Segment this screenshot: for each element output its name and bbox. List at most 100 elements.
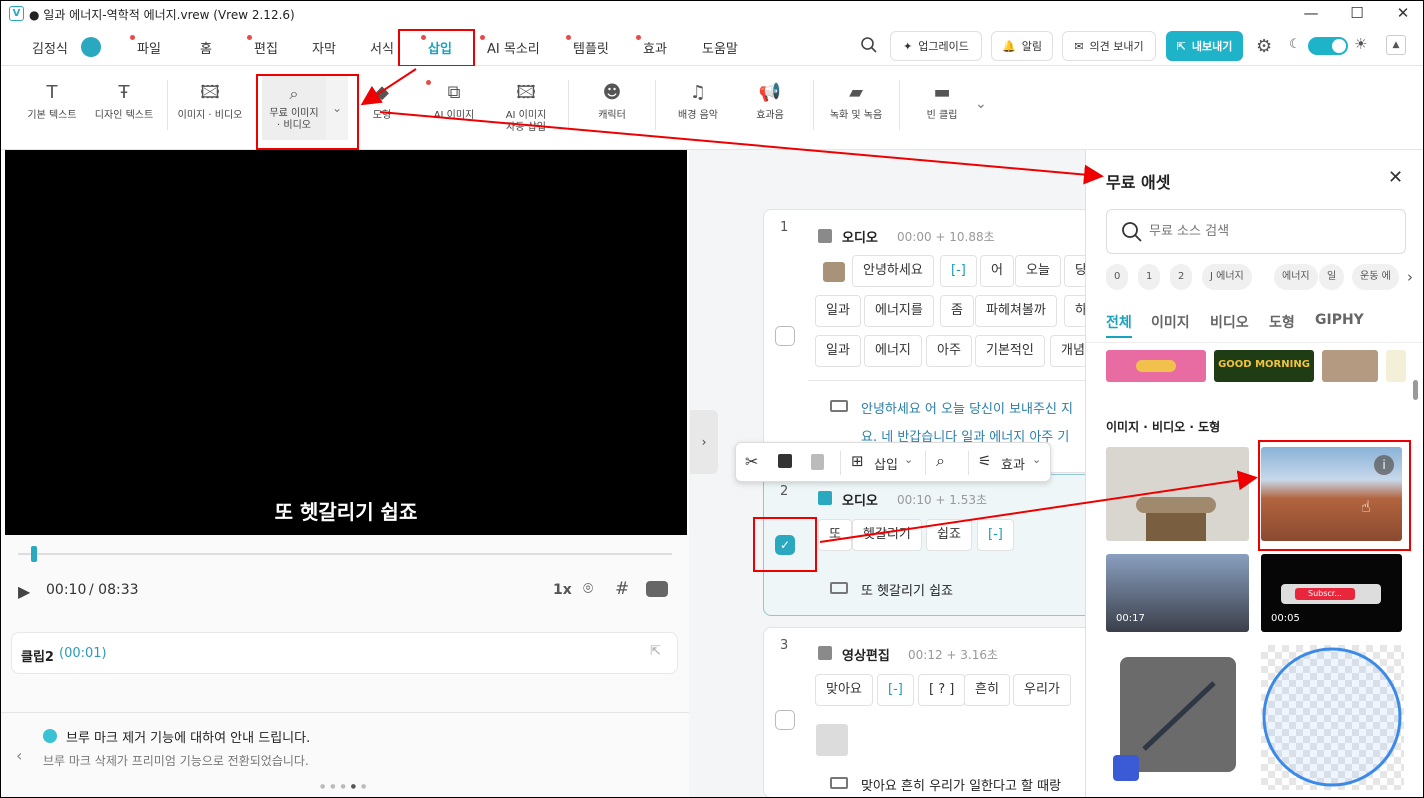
grid-icon[interactable]: # (615, 579, 629, 599)
menu-file[interactable]: 파일 (130, 35, 161, 57)
search-icon[interactable] (860, 36, 878, 54)
word-chip[interactable]: 에너지 (864, 335, 922, 367)
insert-button[interactable]: 삽입 (874, 454, 898, 473)
word-chip[interactable]: [-] (940, 255, 977, 287)
word-chip[interactable]: [ ? ] (918, 674, 966, 706)
clip-checkbox[interactable] (775, 710, 795, 730)
more-chevron-icon[interactable]: ⌄ (975, 96, 987, 112)
menu-effect[interactable]: 효과 (636, 35, 667, 57)
tag-chip[interactable]: 1 (1138, 264, 1161, 290)
timeline-knob[interactable] (31, 546, 37, 562)
image-video-button[interactable]: 🖾 이미지 · 비디오 (170, 82, 250, 122)
upgrade-button[interactable]: ✦ 업그레이드 (890, 31, 982, 61)
tag-chip[interactable]: 운동 에 (1352, 264, 1399, 290)
design-text-button[interactable]: Ŧ 디자인 텍스트 (84, 82, 164, 122)
asset-thumbnail[interactable] (1106, 350, 1206, 382)
close-window-icon[interactable]: ✕ (1383, 3, 1423, 25)
alarm-button[interactable]: 🔔 알림 (991, 31, 1053, 61)
chevron-left-icon[interactable]: ‹ (16, 746, 22, 765)
subtitle-text[interactable]: 안녕하세요 어 오늘 당신이 보내주신 지 (861, 398, 1073, 417)
filter-tab-giphy[interactable]: GIPHY (1315, 312, 1364, 328)
image-search-icon[interactable]: ⌕ (936, 451, 945, 471)
menu-template[interactable]: 템플릿 (566, 35, 609, 57)
menu-home[interactable]: 홈 (200, 38, 212, 57)
screenshot-icon[interactable]: ⌾ (583, 579, 593, 599)
asset-shape-line[interactable] (1120, 657, 1236, 772)
filter-tab-video[interactable]: 비디오 (1210, 312, 1249, 332)
scrollbar-thumb[interactable] (1413, 380, 1418, 400)
asset-thumbnail[interactable]: GOOD MORNING (1214, 350, 1314, 382)
feedback-button[interactable]: ✉ 의견 보내기 (1062, 31, 1156, 61)
tag-chip[interactable]: 일 (1319, 264, 1345, 290)
asset-shape-circle[interactable] (1261, 645, 1404, 790)
word-chip[interactable]: 일과 (815, 335, 861, 367)
play-icon[interactable]: ▶ (18, 582, 30, 601)
word-chip[interactable]: 파헤쳐볼까 (975, 295, 1057, 327)
tag-chip[interactable]: 에너지 (1274, 264, 1318, 290)
export-button[interactable]: ⇱ 내보내기 (1166, 31, 1243, 61)
word-chip[interactable]: [-] (977, 519, 1014, 551)
filter-tab-all[interactable]: 전체 (1106, 312, 1132, 338)
word-chip[interactable]: 에너지를 (864, 295, 934, 327)
asset-thumbnail[interactable] (1322, 350, 1378, 382)
basic-text-button[interactable]: T 기본 텍스트 (12, 82, 92, 122)
tag-chip[interactable]: 0 (1106, 264, 1129, 290)
timeline-track[interactable] (18, 553, 672, 555)
word-chip[interactable]: 안녕하세요 (852, 255, 934, 287)
word-chip[interactable]: 좀 (940, 295, 974, 327)
word-chip[interactable]: 일과 (815, 295, 861, 327)
maximize-icon[interactable]: ☐ (1337, 3, 1377, 25)
word-chip[interactable]: 흔히 (964, 674, 1010, 706)
avatar-icon[interactable] (81, 37, 101, 57)
asset-search-box[interactable] (1106, 209, 1406, 254)
word-chip[interactable]: 오늘 (1015, 255, 1061, 287)
ratio-icon[interactable] (646, 581, 668, 597)
shape-button[interactable]: ◆ 도형 (342, 82, 422, 122)
clip-checkbox[interactable] (775, 326, 795, 346)
video-thumbnail[interactable] (816, 724, 848, 756)
menu-subtitle[interactable]: 자막 (312, 38, 336, 57)
external-link-icon[interactable]: ⇱ (650, 644, 661, 659)
copy-icon[interactable] (778, 454, 792, 468)
word-chip[interactable]: 쉽죠 (926, 519, 972, 551)
word-chip[interactable]: 기본적인 (975, 335, 1045, 367)
filter-tab-shape[interactable]: 도형 (1269, 312, 1295, 332)
subtitle-text[interactable]: 맞아요 흔히 우리가 일한다고 할 때랑 (861, 775, 1061, 794)
tag-chip[interactable]: J 에너지 (1202, 264, 1252, 290)
speed-button[interactable]: 1x (553, 582, 572, 598)
ai-auto-insert-button[interactable]: 🖾 AI 이미지 자동 삽입 (486, 82, 566, 134)
asset-video-skyline[interactable]: 00:17 (1106, 554, 1249, 632)
menu-help[interactable]: 도움말 (702, 38, 738, 57)
record-button[interactable]: ▰ 녹화 및 녹음 (816, 82, 896, 122)
word-chip[interactable]: 아주 (926, 335, 972, 367)
gear-icon[interactable]: ⚙ (1256, 36, 1272, 57)
chevron-right-icon[interactable]: › (690, 410, 718, 474)
word-chip[interactable]: 우리가 (1013, 674, 1071, 706)
theme-toggle[interactable] (1308, 37, 1348, 55)
filter-tab-image[interactable]: 이미지 (1151, 312, 1190, 332)
collapse-toolbar-icon[interactable]: ▲ (1386, 35, 1406, 55)
asset-thumbnail[interactable] (1386, 350, 1406, 382)
bgm-button[interactable]: ♫ 배경 음악 (658, 82, 738, 122)
paste-icon[interactable] (811, 454, 824, 470)
character-button[interactable]: ☻ 캐릭터 (572, 82, 652, 122)
empty-clip-button[interactable]: ▬ 빈 클립 (902, 82, 982, 122)
chevron-right-icon[interactable]: › (1407, 268, 1413, 286)
word-chip[interactable]: 또 (818, 519, 852, 551)
asset-thumbnail-cat[interactable] (1106, 447, 1249, 541)
minimize-icon[interactable]: — (1291, 3, 1331, 25)
sfx-button[interactable]: 📢 효과음 (730, 82, 810, 122)
ai-image-button[interactable]: ⧉ AI 이미지 (414, 82, 494, 122)
menu-edit[interactable]: 편집 (247, 35, 278, 57)
close-icon[interactable]: ✕ (1388, 167, 1403, 188)
word-chip[interactable]: 맞아요 (815, 674, 873, 706)
word-chip[interactable]: 어 (980, 255, 1014, 287)
asset-video-subscribe[interactable]: Subscr... 00:05 (1261, 554, 1402, 632)
menu-ai-voice[interactable]: AI 목소리 (480, 35, 540, 57)
subtitle-text[interactable]: 또 헷갈리기 쉽죠 (861, 580, 953, 599)
asset-search-input[interactable] (1149, 221, 1389, 241)
word-chip[interactable]: [-] (877, 674, 914, 706)
scissors-icon[interactable]: ✂ (745, 452, 758, 471)
word-chip[interactable]: 헷갈리기 (852, 519, 922, 551)
effect-button[interactable]: 효과 (1001, 454, 1025, 473)
